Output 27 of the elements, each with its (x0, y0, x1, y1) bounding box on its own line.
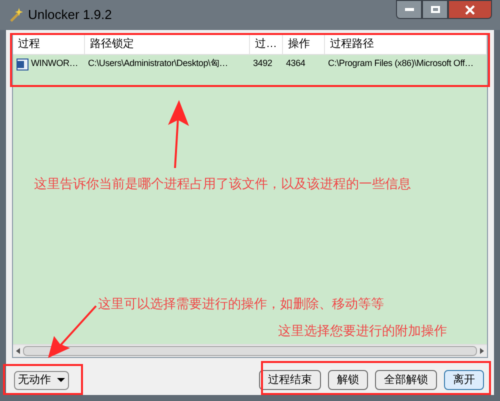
action-dropdown[interactable]: 无动作 (14, 370, 69, 390)
close-button[interactable] (448, 0, 492, 19)
table-cell-text: C:\Users\Administrator\Desktop\匈… (88, 57, 228, 70)
table-cell-text: 3492 (253, 57, 272, 70)
table-row[interactable]: WINWOR… C:\Users\Administrator\Desktop\匈… 3492 4364 C:\Program Files (x86)\Microsoft Off… (13, 55, 487, 73)
column-header[interactable]: 过… (250, 35, 283, 54)
wand-icon (8, 7, 24, 23)
action-button[interactable]: 过程结束 (259, 370, 321, 390)
table-cell-text: WINWOR… (31, 57, 78, 70)
close-icon (465, 4, 475, 14)
table-cell-text: 4364 (286, 57, 306, 70)
column-header[interactable]: 过程路径 (325, 35, 487, 54)
minimize-button[interactable] (396, 0, 422, 19)
maximize-button[interactable] (422, 0, 448, 19)
column-header[interactable]: 操作 (283, 35, 325, 54)
column-header[interactable]: 过程 (13, 35, 85, 54)
document-icon (16, 58, 29, 70)
annotation-text: 这里可以选择需要进行的操作，如删除、移动等等 (98, 295, 384, 313)
annotation-text: 这里选择您要进行的附加操作 (278, 322, 447, 340)
action-button[interactable]: 离开 (444, 370, 484, 390)
horizontal-scrollbar[interactable] (13, 344, 487, 357)
action-button[interactable]: 全部解锁 (375, 370, 437, 390)
column-header[interactable]: 路径锁定 (85, 35, 250, 54)
table-cell-text: C:\Program Files (x86)\Microsoft Off… (328, 57, 474, 70)
window-title: Unlocker 1.9.2 (28, 6, 112, 24)
annotation-text: 这里告诉你当前是哪个进程占用了该文件，以及该进程的一些信息 (34, 175, 411, 193)
action-button[interactable]: 解锁 (328, 370, 368, 390)
